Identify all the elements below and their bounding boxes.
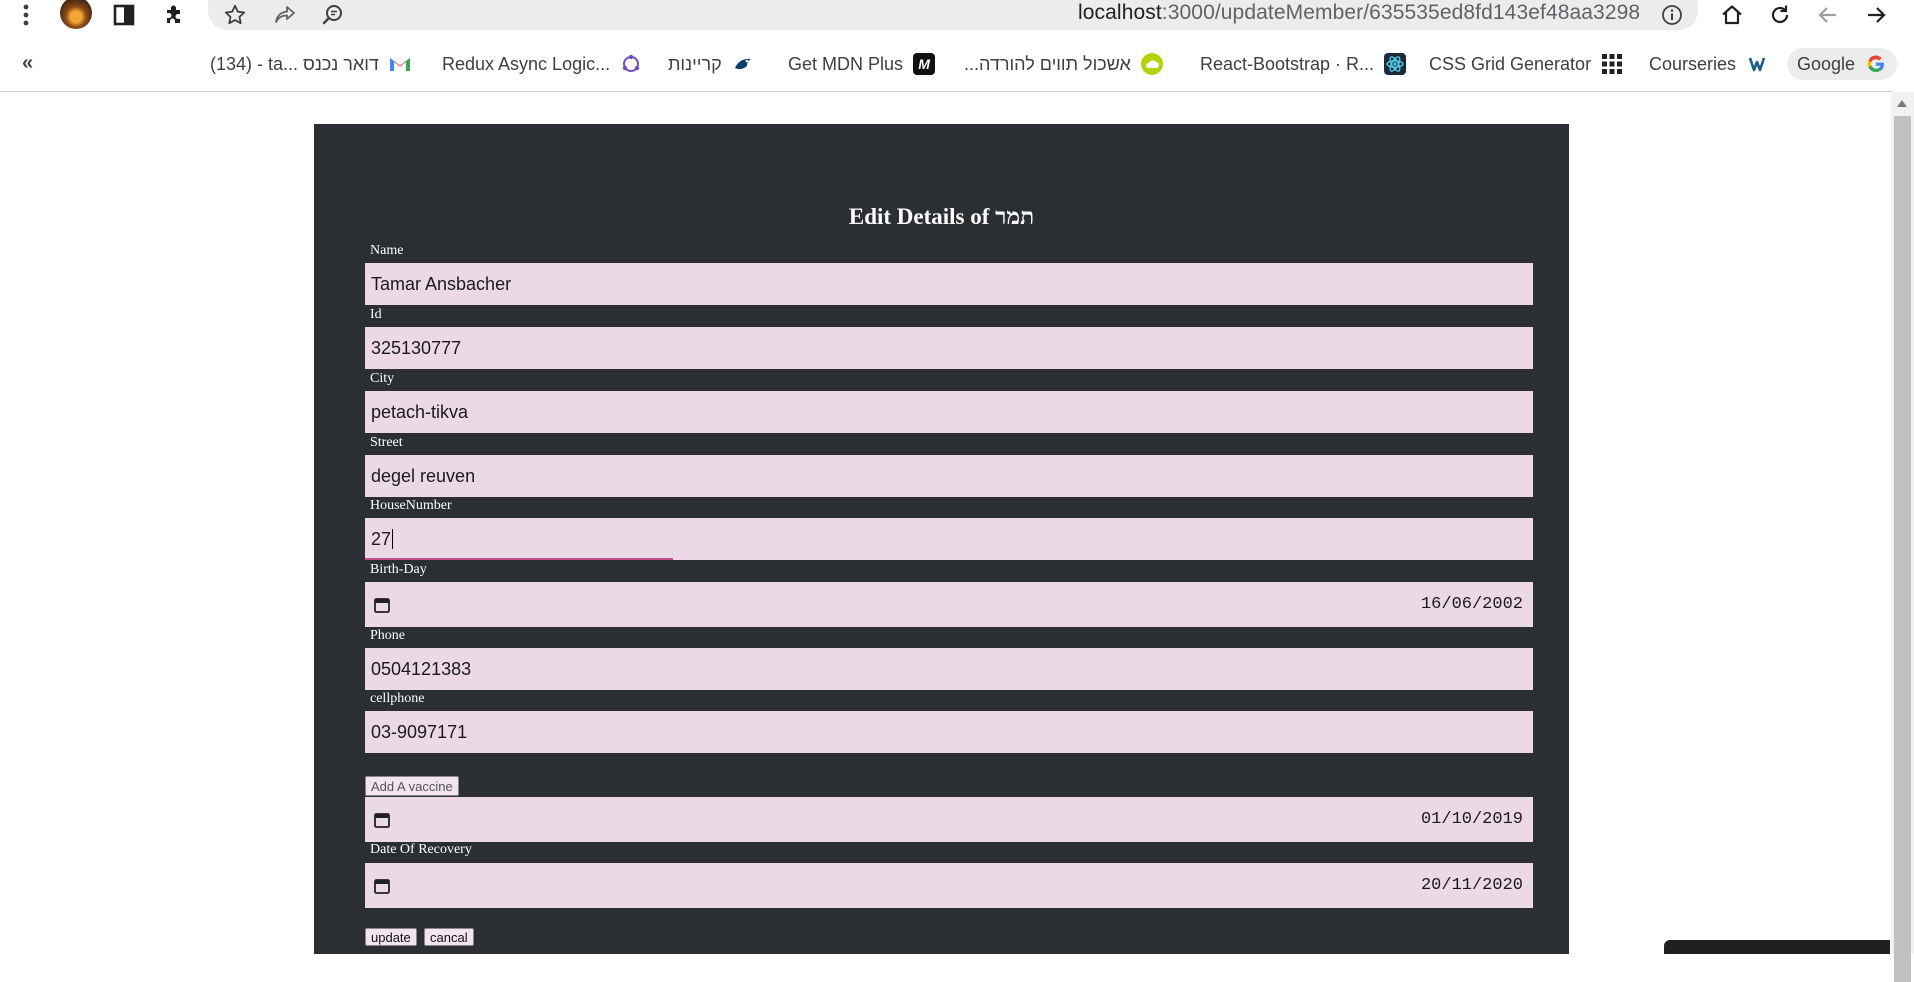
profile-avatar[interactable] (60, 0, 92, 30)
scrollbar-thumb[interactable] (1894, 116, 1911, 982)
back-arrow-icon[interactable] (1814, 0, 1842, 30)
bookmark-star-icon[interactable] (222, 0, 248, 30)
scroll-up-arrow-icon[interactable] (1897, 100, 1907, 107)
cellphone-value: 03-9097171 (371, 721, 468, 742)
site-info-icon[interactable] (1658, 0, 1686, 30)
react-icon (1384, 53, 1407, 75)
bookmark-mdn[interactable]: Get MDN Plus M (788, 48, 936, 80)
page-scrollbar[interactable] (1891, 92, 1914, 982)
date-of-recovery-label: Date Of Recovery (370, 842, 472, 857)
calendar-icon[interactable] (373, 811, 391, 829)
url-text[interactable]: localhost:3000/updateMember/635535ed8fd1… (1078, 1, 1640, 25)
cancel-button[interactable]: cancal (424, 928, 474, 946)
birth-day-value: 16/06/2002 (1420, 595, 1523, 614)
house-number-value: 27 (371, 528, 392, 549)
bookmark-label: אשכול תווים להורדה... (964, 53, 1131, 74)
grid-icon (1601, 53, 1623, 75)
city-input[interactable]: petach-tikva (365, 391, 1533, 433)
bookmark-label: CSS Grid Generator (1429, 53, 1592, 74)
city-label: City (370, 371, 395, 386)
bookmark-label: Get MDN Plus (788, 53, 904, 74)
bookmark-fonts[interactable]: אשכול תווים להורדה... (964, 48, 1163, 80)
forward-arrow-icon[interactable] (1862, 0, 1890, 30)
calendar-icon[interactable] (373, 877, 391, 895)
cellphone-label: cellphone (370, 691, 425, 706)
street-input[interactable]: degel reuven (365, 455, 1533, 497)
bookmark-label: Courseries (1649, 53, 1737, 74)
street-label: Street (370, 435, 403, 450)
side-panel-icon[interactable] (112, 0, 136, 30)
phone-input[interactable]: 0504121383 (365, 648, 1533, 690)
google-icon (1865, 53, 1887, 75)
birth-day-date-input[interactable]: 16/06/2002 (365, 582, 1533, 627)
redux-icon (620, 53, 642, 75)
bookmark-kriyanut[interactable]: קריינות (668, 48, 754, 80)
bookmarks-overflow-icon[interactable]: « (22, 52, 33, 75)
share-icon[interactable] (272, 0, 298, 30)
bookmark-label: React-Bootstrap · R... (1200, 53, 1375, 74)
house-number-input[interactable]: 27 (365, 518, 1533, 560)
name-value: Tamar Ansbacher (371, 273, 512, 294)
bookmark-label: (134) - ta... דואר נכנס (210, 53, 379, 74)
date-of-recovery-value: 20/11/2020 (1420, 876, 1523, 895)
update-button[interactable]: update (365, 928, 417, 946)
bookmark-label: Google (1797, 53, 1856, 74)
bottom-overlay (1664, 940, 1890, 954)
bookmark-label: קריינות (668, 53, 722, 74)
form-title: Edit Details of תמר (848, 204, 1035, 229)
bird-icon (732, 53, 754, 75)
focus-underline (365, 558, 673, 560)
calendar-icon[interactable] (373, 596, 391, 614)
bookmark-react-bootstrap[interactable]: React-Bootstrap · R... (1200, 48, 1407, 80)
gmail-icon (389, 53, 411, 75)
cloud-icon (1140, 53, 1163, 75)
bookmarks-bar: « (134) - ta... דואר נכנס Redux Async Lo… (0, 44, 1914, 84)
name-input[interactable]: Tamar Ansbacher (365, 263, 1533, 305)
cellphone-input[interactable]: 03-9097171 (365, 711, 1533, 753)
add-vaccine-button[interactable]: Add A vaccine (365, 776, 459, 796)
text-cursor (392, 529, 394, 549)
id-label: Id (370, 307, 382, 322)
id-input[interactable]: 325130777 (365, 327, 1533, 369)
url-path: :3000/updateMember/635535ed8fd143ef48aa3… (1161, 1, 1641, 24)
browser-toolbar: localhost:3000/updateMember/635535ed8fd1… (0, 0, 1914, 30)
bookmark-google[interactable]: Google (1787, 48, 1898, 80)
birth-day-label: Birth-Day (370, 562, 427, 577)
mdn-icon: M (913, 53, 936, 75)
name-label: Name (370, 243, 404, 258)
vaccine-date-input[interactable]: 01/10/2019 (365, 797, 1533, 842)
phone-label: Phone (370, 628, 405, 643)
url-host: localhost (1078, 1, 1162, 24)
phone-value: 0504121383 (371, 658, 472, 679)
house-number-label: HouseNumber (370, 498, 452, 513)
date-of-recovery-input[interactable]: 20/11/2020 (365, 863, 1533, 908)
vaccine-date-value: 01/10/2019 (1420, 810, 1523, 829)
more-menu-icon[interactable] (16, 0, 36, 30)
bookmark-courseries[interactable]: Courseries (1649, 48, 1768, 80)
bookmark-redux[interactable]: Redux Async Logic... (442, 48, 642, 80)
bookmark-label: Redux Async Logic... (442, 53, 611, 74)
bookmarks-divider (0, 91, 1892, 92)
reload-icon[interactable] (1766, 0, 1794, 30)
extensions-icon[interactable] (160, 0, 188, 30)
city-value: petach-tikva (371, 401, 469, 422)
edit-member-form: Edit Details of תמר Name Tamar Ansbacher… (314, 124, 1569, 954)
bookmark-css-grid[interactable]: CSS Grid Generator (1429, 48, 1623, 80)
search-lens-icon[interactable] (320, 0, 346, 30)
id-value: 325130777 (371, 337, 462, 358)
street-value: degel reuven (371, 465, 476, 486)
courseries-icon (1746, 53, 1768, 75)
bookmark-gmail[interactable]: (134) - ta... דואר נכנס (210, 48, 411, 80)
home-icon[interactable] (1718, 0, 1746, 30)
